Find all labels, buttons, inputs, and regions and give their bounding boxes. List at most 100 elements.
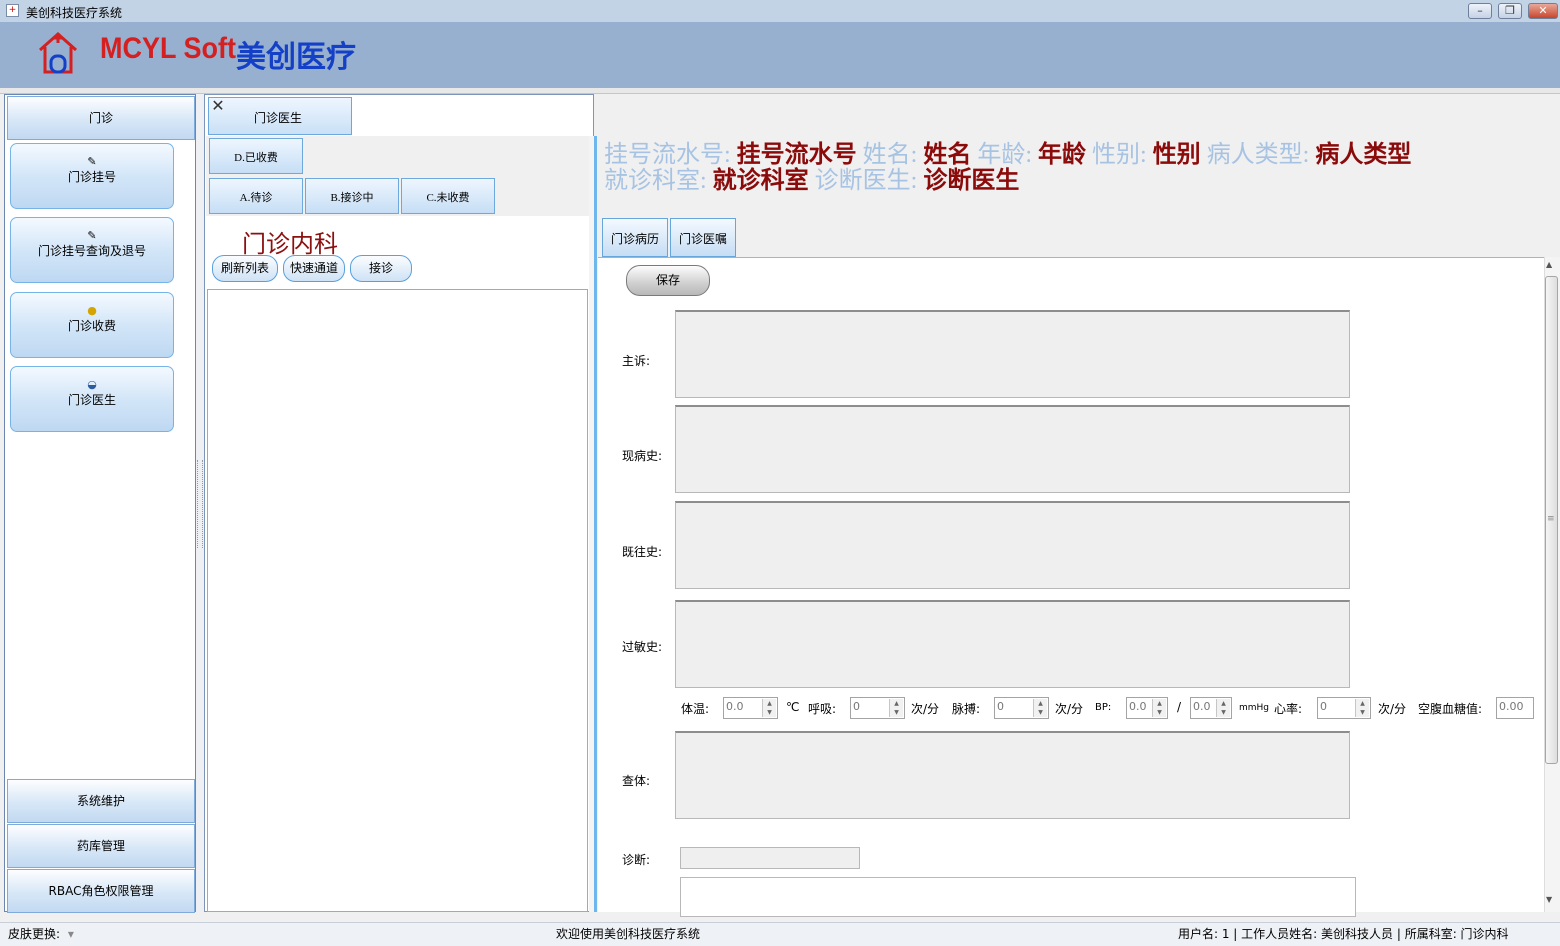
fast-track-button[interactable]: 快速通道 (283, 255, 345, 282)
tab-in-progress[interactable]: B.接诊中 (305, 178, 399, 214)
spinner-arrows-icon[interactable]: ▲ ▼ (762, 699, 776, 717)
allergy-history-field[interactable] (675, 600, 1350, 688)
pulse-value: 0 (997, 700, 1004, 713)
save-button[interactable]: 保存 (626, 265, 710, 296)
tab-charged[interactable]: D.已收费 (209, 138, 303, 174)
scroll-grip-icon: ≡ (1547, 514, 1555, 524)
chief-complaint-field[interactable] (675, 310, 1350, 398)
respiration-value: 0 (853, 700, 860, 713)
fasting-glucose-input[interactable]: 0.00 (1496, 697, 1534, 719)
registration-query-icon: ✎ (87, 229, 97, 242)
temperature-label: 体温: (681, 702, 710, 716)
tab-medical-orders[interactable]: 门诊医嘱 (670, 218, 736, 257)
spinner-arrows-icon[interactable]: ▲ ▼ (889, 699, 903, 717)
nav-item-billing[interactable]: ● 门诊收费 (10, 292, 174, 358)
physical-exam-label: 查体: (622, 774, 651, 788)
scroll-up-icon[interactable]: ▲ (1546, 260, 1552, 269)
user-info: 用户名: 1 | 工作人员姓名: 美创科技人员 | 所属科室: 门诊内科 (1178, 927, 1509, 941)
nav-section-system[interactable]: 系统维护 (7, 779, 195, 823)
temperature-stepper[interactable]: 0.0 ▲ ▼ (723, 697, 778, 719)
nav-item-registration-query[interactable]: ✎ 门诊挂号查询及退号 (10, 217, 174, 283)
logo-text-cn: 美创医疗 (236, 41, 356, 74)
age-value: 年龄 (1038, 142, 1087, 168)
pulse-unit: 次/分 (1055, 702, 1084, 716)
bp-systolic-value: 0.0 (1129, 700, 1147, 713)
temperature-value: 0.0 (726, 700, 744, 713)
panel-accent-line (594, 136, 597, 912)
department-title: 门诊内科 (242, 232, 338, 258)
nav-item-label: 门诊挂号查询及退号 (37, 244, 146, 258)
heart-rate-label: 心率: (1274, 702, 1303, 716)
pulse-stepper[interactable]: 0 ▲ ▼ (994, 697, 1049, 719)
nav-section-pharmacy[interactable]: 药库管理 (7, 824, 195, 868)
welcome-message: 欢迎使用美创科技医疗系统 (556, 927, 701, 941)
tab-waiting[interactable]: A.待诊 (209, 178, 303, 214)
refresh-list-button[interactable]: 刷新列表 (212, 255, 278, 282)
document-tab-label: 门诊医生 (254, 111, 303, 125)
fasting-glucose-label: 空腹血糖值: (1418, 702, 1483, 716)
bp-systolic-stepper[interactable]: 0.0 ▲ ▼ (1126, 697, 1168, 719)
close-window-button[interactable]: ✕ (1528, 3, 1558, 19)
nav-item-label: 门诊收费 (67, 319, 116, 333)
spinner-arrows-icon[interactable]: ▲ ▼ (1033, 699, 1047, 717)
respiration-label: 呼吸: (808, 702, 837, 716)
spinner-arrows-icon[interactable]: ▲ ▼ (1355, 699, 1369, 717)
bp-diastolic-value: 0.0 (1193, 700, 1211, 713)
nav-section-rbac[interactable]: RBAC角色权限管理 (7, 869, 195, 913)
nav-item-label: 门诊挂号 (67, 170, 116, 184)
present-illness-field[interactable] (675, 405, 1350, 493)
heart-rate-stepper[interactable]: 0 ▲ ▼ (1317, 697, 1371, 719)
nav-item-doctor[interactable]: ◒ 门诊医生 (10, 366, 174, 432)
pulse-label: 脉搏: (952, 702, 981, 716)
spinner-arrows-icon[interactable]: ▲ ▼ (1152, 699, 1166, 717)
nav-section-outpatient[interactable]: 门诊 (7, 96, 195, 140)
chief-complaint-label: 主诉: (622, 354, 651, 368)
room-value: 就诊科室 (712, 168, 809, 194)
allergy-history-label: 过敏史: (622, 640, 663, 654)
patient-info-row-2: 就诊科室: 就诊科室 诊断医生: 诊断医生 (604, 160, 1019, 195)
gender-label: 性别: (1092, 142, 1147, 168)
window-title: 美创科技医疗系统 (26, 6, 123, 20)
house-cross-icon (39, 31, 77, 74)
fasting-glucose-value: 0.00 (1499, 700, 1524, 713)
temperature-unit: ℃ (786, 700, 800, 714)
tab-medical-record[interactable]: 门诊病历 (602, 218, 668, 257)
diagnosis-code-input[interactable] (680, 847, 860, 869)
tab-uncharged[interactable]: C.未收费 (401, 178, 495, 214)
close-icon[interactable]: ✕ (210, 98, 226, 115)
restore-button[interactable]: ❐ (1498, 3, 1522, 19)
patient-list[interactable] (207, 289, 588, 912)
nav-item-registration[interactable]: ✎ 门诊挂号 (10, 143, 174, 209)
patient-type-label: 病人类型: (1206, 142, 1310, 168)
registration-icon: ✎ (87, 155, 97, 168)
gender-value: 性别 (1152, 142, 1201, 168)
bp-unit: mmHg (1239, 703, 1270, 713)
logo-text-en: MCYL Soft (100, 32, 236, 65)
skin-label: 皮肤更换: (8, 927, 61, 941)
splitter-grip[interactable] (197, 460, 203, 548)
bp-separator: / (1177, 700, 1182, 714)
present-illness-label: 现病史: (622, 449, 663, 463)
respiration-unit: 次/分 (911, 702, 940, 716)
scroll-down-icon[interactable]: ▼ (1546, 895, 1552, 904)
patient-type-value: 病人类型 (1315, 142, 1412, 168)
bp-label: BP: (1095, 702, 1112, 713)
window-title-bar[interactable] (0, 0, 1560, 22)
heart-rate-unit: 次/分 (1378, 702, 1407, 716)
diagnosis-text-field[interactable] (680, 877, 1356, 917)
past-history-label: 既往史: (622, 545, 663, 559)
doctor-label: 诊断医生: (814, 168, 918, 194)
physical-exam-field[interactable] (675, 731, 1350, 819)
diagnosis-label: 诊断: (622, 853, 651, 867)
receive-patient-button[interactable]: 接诊 (350, 255, 412, 282)
heart-rate-value: 0 (1320, 700, 1327, 713)
respiration-stepper[interactable]: 0 ▲ ▼ (850, 697, 905, 719)
skin-switcher[interactable]: 皮肤更换: ▾ (8, 922, 74, 946)
minimize-button[interactable]: – (1468, 3, 1492, 19)
room-label: 就诊科室: (604, 168, 707, 194)
bp-diastolic-stepper[interactable]: 0.0 ▲ ▼ (1190, 697, 1232, 719)
spinner-arrows-icon[interactable]: ▲ ▼ (1216, 699, 1230, 717)
past-history-field[interactable] (675, 501, 1350, 589)
app-icon: + (6, 4, 19, 17)
chevron-down-icon[interactable]: ▾ (68, 927, 74, 941)
